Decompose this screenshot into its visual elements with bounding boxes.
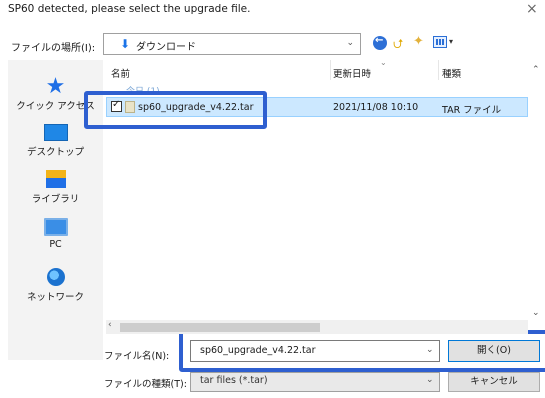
highlight-box	[84, 91, 267, 129]
sidebar-item-label: ライブラリ	[31, 194, 80, 205]
sidebar-item-pc[interactable]: PC	[8, 218, 103, 250]
filetype-label: ファイルの種類(T):	[104, 379, 187, 390]
download-arrow-icon: ⬇	[120, 37, 131, 51]
file-type-cell: TAR ファイル	[442, 105, 502, 116]
chevron-down-icon[interactable]: ⌄	[426, 345, 434, 355]
column-header-modified[interactable]: 更新日時	[333, 66, 371, 80]
network-icon	[46, 268, 65, 286]
view-menu-icon[interactable]	[433, 36, 447, 48]
column-divider[interactable]	[330, 60, 331, 80]
close-button[interactable]: ×	[526, 1, 538, 17]
column-header-name[interactable]: 名前	[111, 66, 130, 80]
sidebar-item-desktop[interactable]: デスクトップ	[8, 124, 103, 158]
filetype-value[interactable]: tar files (*.tar)	[200, 375, 268, 386]
sidebar-item-label: デスクトップ	[26, 147, 84, 158]
library-icon	[45, 170, 66, 188]
scroll-down-icon[interactable]: ⌄	[532, 308, 540, 318]
vertical-scrollbar[interactable]	[528, 60, 545, 325]
new-folder-icon[interactable]: ✦	[413, 34, 424, 49]
sidebar-item-label: PC	[49, 239, 62, 250]
location-dropdown[interactable]: ⬇ ダウンロード ⌄	[103, 33, 361, 55]
location-value: ダウンロード	[136, 42, 196, 53]
scroll-up-icon[interactable]: ⌃	[532, 65, 540, 75]
scroll-left-icon[interactable]: ‹	[108, 320, 112, 330]
column-header-type[interactable]: 種類	[442, 66, 461, 80]
filename-label: ファイル名(N):	[104, 351, 170, 362]
column-divider[interactable]	[438, 60, 439, 80]
scrollbar-thumb[interactable]	[120, 323, 320, 332]
sidebar-item-label: クイック アクセス	[16, 101, 95, 112]
sidebar-item-label: ネットワーク	[26, 292, 84, 303]
sort-chevron-icon: ⌄	[380, 58, 387, 67]
location-label: ファイルの場所(I):	[11, 43, 96, 54]
dialog-title: SP60 detected, please select the upgrade…	[8, 3, 251, 15]
chevron-down-icon[interactable]: ⌄	[426, 375, 434, 385]
up-folder-icon[interactable]: ⮍	[393, 35, 403, 57]
back-icon[interactable]	[373, 35, 387, 50]
view-chevron-icon[interactable]: ▾	[449, 37, 453, 46]
pc-icon	[43, 218, 68, 236]
chevron-down-icon: ⌄	[346, 38, 354, 48]
cancel-button[interactable]: キャンセル	[448, 372, 540, 392]
file-modified-cell: 2021/11/08 10:10	[333, 102, 419, 113]
open-button[interactable]: 開く(O)	[448, 340, 540, 362]
sidebar-item-network[interactable]: ネットワーク	[8, 268, 103, 303]
filename-value[interactable]: sp60_upgrade_v4.22.tar	[200, 345, 316, 356]
desktop-icon	[43, 124, 68, 141]
sidebar-item-library[interactable]: ライブラリ	[8, 170, 103, 205]
